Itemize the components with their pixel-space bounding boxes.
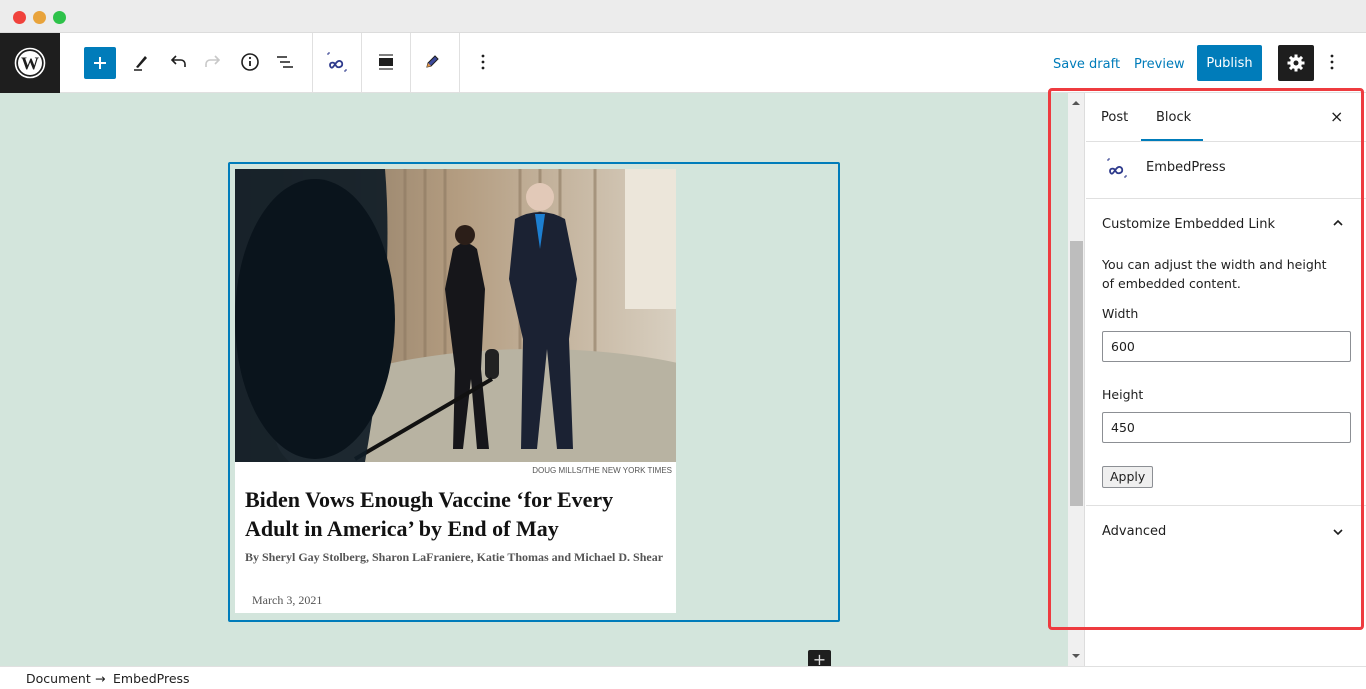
block-options-button[interactable] — [466, 45, 500, 79]
toolbar-divider — [361, 33, 362, 93]
settings-button[interactable] — [1278, 45, 1314, 81]
edit-url-button[interactable] — [415, 45, 449, 79]
breadcrumb-embedpress[interactable]: EmbedPress — [113, 671, 190, 686]
embedpress-block[interactable]: DOUG MILLS/THE NEW YORK TIMES Biden Vows… — [228, 162, 840, 622]
info-icon — [241, 53, 259, 71]
article-date: March 3, 2021 — [252, 593, 323, 607]
plus-icon — [94, 57, 106, 69]
editor-canvas: DOUG MILLS/THE NEW YORK TIMES Biden Vows… — [0, 93, 1068, 666]
minimize-window-button[interactable] — [33, 11, 46, 24]
divider — [1086, 141, 1366, 142]
window-titlebar — [0, 0, 1366, 33]
settings-sidebar: Post Block × EmbedPress Customize Embedd… — [1086, 93, 1366, 666]
sidebar-scrollbar[interactable] — [1068, 93, 1085, 666]
list-view-icon — [277, 56, 293, 68]
embedpress-block-button[interactable] — [320, 45, 354, 79]
article-photo — [235, 169, 676, 462]
gear-icon — [1287, 54, 1305, 72]
apply-button[interactable]: Apply — [1102, 466, 1154, 488]
divider — [1086, 505, 1366, 506]
height-label: Height — [1102, 387, 1144, 402]
chevron-up-icon[interactable] — [1332, 217, 1344, 229]
block-card-title: EmbedPress — [1146, 160, 1226, 175]
publish-button[interactable]: Publish — [1197, 45, 1262, 81]
chevron-down-icon[interactable] — [1332, 526, 1344, 538]
tab-post[interactable]: Post — [1101, 110, 1128, 125]
wordpress-icon: W — [14, 47, 46, 79]
breadcrumb-document[interactable]: Document — [26, 671, 91, 686]
scrollbar-thumb[interactable] — [1070, 241, 1083, 506]
list-view-button[interactable] — [268, 45, 302, 79]
maximize-window-button[interactable] — [53, 11, 66, 24]
details-button[interactable] — [233, 45, 267, 79]
customize-panel-toggle[interactable]: Customize Embedded Link — [1102, 217, 1275, 232]
align-icon — [379, 54, 393, 70]
close-sidebar-button[interactable]: × — [1330, 107, 1343, 126]
toolbar-divider — [459, 33, 460, 93]
redo-icon — [205, 55, 221, 67]
save-draft-button[interactable]: Save draft — [1053, 57, 1120, 72]
embedpress-icon — [327, 52, 347, 72]
align-button[interactable] — [369, 45, 403, 79]
tools-button[interactable] — [124, 45, 158, 79]
photo-credit: DOUG MILLS/THE NEW YORK TIMES — [532, 466, 672, 475]
scroll-down-arrow-icon[interactable] — [1072, 654, 1080, 658]
close-window-button[interactable] — [13, 11, 26, 24]
more-vertical-icon — [1330, 54, 1334, 70]
article-headline[interactable]: Biden Vows Enough Vaccine ‘for Every Adu… — [245, 485, 665, 543]
editor-toolbar: W Save draft Preview Publish — [0, 33, 1366, 93]
svg-text:W: W — [21, 54, 39, 74]
tab-block[interactable]: Block — [1156, 110, 1191, 125]
toolbar-divider — [312, 33, 313, 93]
width-label: Width — [1102, 306, 1139, 321]
undo-button[interactable] — [161, 45, 195, 79]
panel-help-text: You can adjust the width and height of e… — [1102, 257, 1327, 291]
divider — [1086, 198, 1366, 199]
advanced-panel-toggle[interactable]: Advanced — [1102, 524, 1166, 539]
block-breadcrumb: Document → EmbedPress — [0, 666, 1366, 689]
more-vertical-icon — [481, 54, 485, 70]
pencil-edit-icon — [426, 55, 439, 68]
pencil-icon — [134, 56, 147, 71]
preview-button[interactable]: Preview — [1134, 57, 1185, 72]
scroll-up-arrow-icon[interactable] — [1072, 101, 1080, 105]
redo-button[interactable] — [196, 45, 230, 79]
height-input[interactable] — [1102, 412, 1351, 443]
undo-icon — [170, 55, 186, 67]
embedded-article-card[interactable]: DOUG MILLS/THE NEW YORK TIMES Biden Vows… — [235, 169, 676, 613]
breadcrumb-separator: → — [95, 671, 106, 686]
wordpress-logo-button[interactable]: W — [0, 33, 60, 93]
add-block-button[interactable] — [84, 47, 116, 79]
embedpress-icon — [1107, 158, 1127, 178]
toolbar-divider — [410, 33, 411, 93]
width-input[interactable] — [1102, 331, 1351, 362]
block-inserter-button[interactable]: + — [808, 650, 831, 666]
options-button[interactable] — [1315, 45, 1349, 79]
article-byline: By Sheryl Gay Stolberg, Sharon LaFranier… — [245, 550, 664, 564]
